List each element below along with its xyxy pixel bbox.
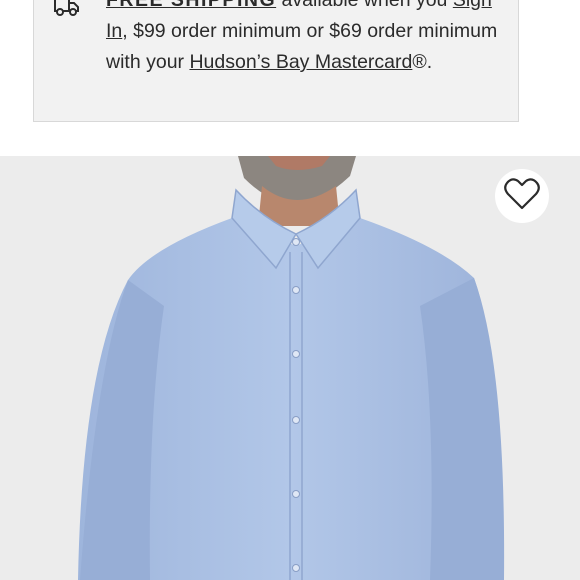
free-shipping-label: FREE SHIPPING xyxy=(106,0,277,11)
truck-icon xyxy=(52,0,80,17)
heart-icon xyxy=(504,177,540,215)
free-shipping-banner: FREE SHIPPING available when you Sign In… xyxy=(33,0,519,122)
wishlist-button[interactable] xyxy=(495,169,549,223)
shipping-message: FREE SHIPPING available when you Sign In… xyxy=(106,0,516,78)
shirt-photo xyxy=(78,156,505,580)
product-image[interactable] xyxy=(0,156,580,580)
shipping-text-1: available when you xyxy=(276,0,453,11)
hudsons-bay-mastercard-link[interactable]: Hudson’s Bay Mastercard xyxy=(189,51,412,73)
shipping-text-3: ®. xyxy=(412,51,433,73)
